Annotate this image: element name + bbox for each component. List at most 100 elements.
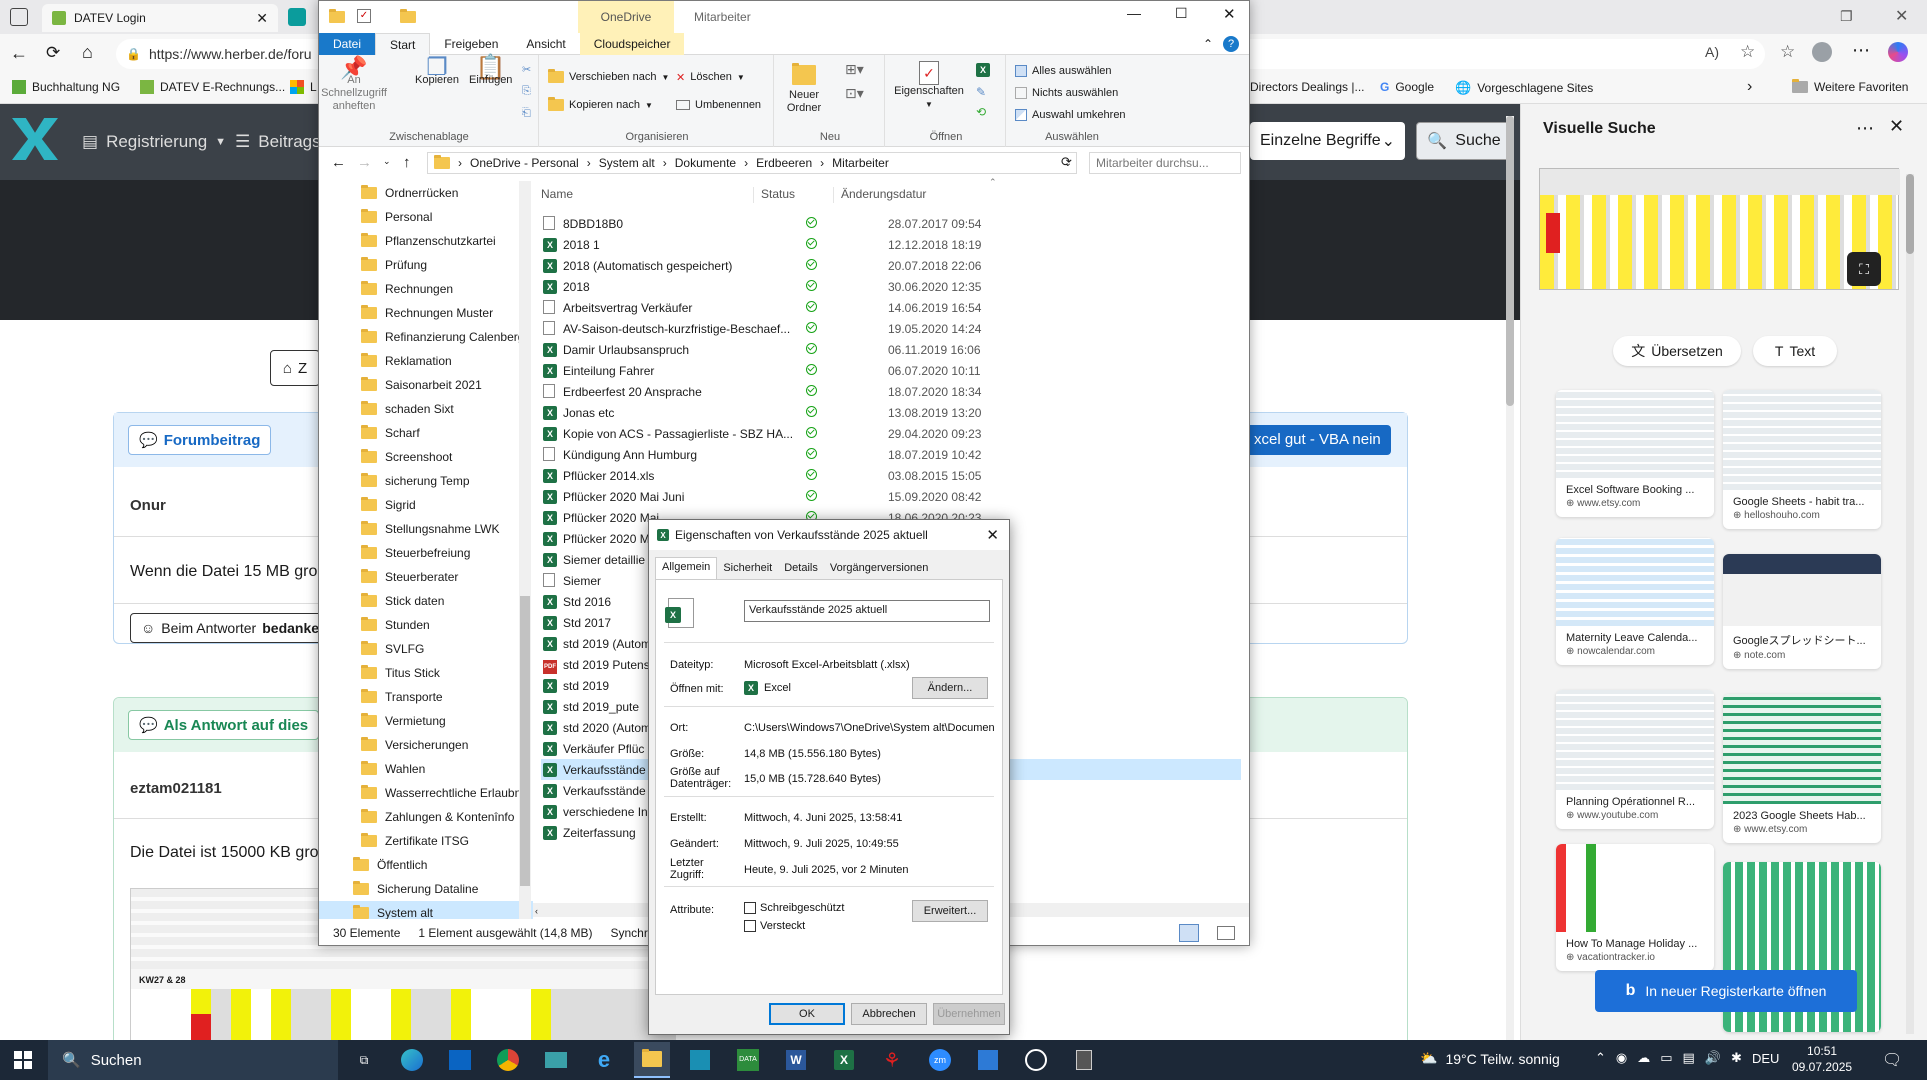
forward-icon[interactable]: → (357, 154, 372, 171)
nav-scrollbar[interactable] (519, 181, 531, 919)
nav-folder-item[interactable]: System alt (319, 901, 533, 919)
tab-cloudspeicher[interactable]: Cloudspeicher (579, 32, 685, 55)
file-row[interactable]: X Pflücker 2014.xls 03.08.2015 15:05 (541, 465, 1241, 486)
nav-folder-item[interactable]: Stick daten (319, 589, 533, 613)
crumb[interactable]: Dokumente (675, 156, 736, 170)
new-folder-button[interactable]: Neuer Ordner (783, 61, 825, 115)
file-row[interactable]: X Pflücker 2020 Mai Juni 15.09.2020 08:42 (541, 486, 1241, 507)
easy-access-icon[interactable]: ⊡▾ (845, 85, 864, 102)
rename-button[interactable]: Umbenennen (676, 95, 761, 115)
details-view-icon[interactable] (1179, 924, 1199, 942)
favorites-icon[interactable]: ☆ (1780, 42, 1795, 62)
scroll-left-icon[interactable]: ‹ (533, 906, 538, 916)
nav-folder-item[interactable]: Ordnerrücken (319, 181, 533, 205)
calendar-icon[interactable] (970, 1042, 1006, 1078)
file-row[interactable]: AV-Saison-deutsch-kurzfristige-Beschaef.… (541, 318, 1241, 339)
nav-posts[interactable]: ☰ Beitrags (235, 132, 321, 152)
nav-folder-item[interactable]: Titus Stick (319, 661, 533, 685)
onedrive-icon[interactable]: ☁ (1637, 1050, 1650, 1066)
close-tab-icon[interactable]: ✕ (256, 10, 268, 27)
large-icons-view-icon[interactable] (1217, 926, 1235, 940)
tab-allgemein[interactable]: Allgemein (655, 557, 718, 579)
panel-scrollbar[interactable] (1906, 174, 1914, 1034)
new-folder-qat-icon[interactable] (400, 9, 417, 23)
language-indicator[interactable]: DEU (1752, 1051, 1779, 1066)
file-row[interactable]: X 2018 (Automatisch gespeichert) 20.07.201… (541, 255, 1241, 276)
bluetooth-icon[interactable]: ✱ (1731, 1050, 1742, 1066)
select-none-button[interactable]: Nichts auswählen (1015, 83, 1118, 103)
notifications-icon[interactable]: 🗨 (1882, 1050, 1902, 1070)
paste-shortcut-icon[interactable]: ⎗ (522, 107, 531, 120)
tray-chevron-icon[interactable]: ⌃ (1595, 1050, 1606, 1066)
nav-folder-item[interactable]: schaden Sixt (319, 397, 533, 421)
properties-button[interactable]: ✓ Eigenschaften ▼ (892, 61, 966, 111)
nav-folder-item[interactable]: Screenshoot (319, 445, 533, 469)
file-row[interactable]: Arbeitsvertrag Verkäufer 14.06.2019 16:54 (541, 297, 1241, 318)
close-browser-icon[interactable]: ✕ (1895, 6, 1908, 26)
acrobat-icon[interactable]: ⚘ (874, 1042, 910, 1078)
fav-directors[interactable]: Directors Dealings |... (1250, 80, 1365, 94)
copy-to-button[interactable]: Kopieren nach ▼ (548, 95, 653, 115)
tab-vorgaengerversionen[interactable]: Vorgängerversionen (824, 559, 934, 577)
page-scrollbar[interactable] (1506, 116, 1514, 1048)
nav-folder-item[interactable]: Prüfung (319, 253, 533, 277)
open-excel-icon[interactable]: X (976, 63, 990, 77)
restore-window-icon[interactable]: ❐ (1840, 8, 1853, 25)
nav-folder-item[interactable]: SVLFG (319, 637, 533, 661)
nav-folder-item[interactable]: Stunden (319, 613, 533, 637)
checkbox-box[interactable] (744, 920, 756, 932)
cut-icon[interactable]: ✂ (522, 63, 531, 76)
contextual-tab-onedrive[interactable]: OneDrive (578, 1, 674, 33)
select-all-button[interactable]: Alles auswählen (1015, 61, 1112, 81)
nav-folder-item[interactable]: Wasserrechtliche Erlaubn (319, 781, 533, 805)
nav-folder-item[interactable]: Versicherungen (319, 733, 533, 757)
advanced-button[interactable]: Erweitert... (912, 900, 988, 922)
filename-input[interactable]: Verkaufsstände 2025 aktuell (744, 600, 990, 622)
word-icon[interactable]: W (778, 1042, 814, 1078)
edit-icon[interactable]: ✎ (976, 85, 986, 99)
taskbar-search[interactable]: 🔍 Suchen (48, 1040, 338, 1080)
crop-search-icon[interactable]: ⛶ (1847, 252, 1881, 286)
file-row[interactable]: Erdbeerfest 20 Ansprache 18.07.2020 18:34 (541, 381, 1241, 402)
nav-folder-item[interactable]: Vermietung (319, 709, 533, 733)
nav-register[interactable]: ▤ Registrierung ▼ (82, 132, 226, 152)
delete-button[interactable]: ✕ Löschen ▼ (676, 67, 745, 87)
volume-icon[interactable]: 🔊 (1705, 1050, 1721, 1066)
edge-icon[interactable] (394, 1042, 430, 1078)
fav-l[interactable]: L (290, 80, 317, 94)
file-row[interactable]: X 2018 1 12.12.2018 18:19 (541, 234, 1241, 255)
start-icon[interactable] (14, 1051, 32, 1069)
tab-sicherheit[interactable]: Sicherheit (717, 559, 778, 577)
read-aloud-icon[interactable]: A) (1705, 44, 1719, 60)
tray-app-icon[interactable]: ◉ (1616, 1050, 1627, 1066)
thanks-button[interactable]: ☺ Beim Antworter bedanke (130, 613, 331, 643)
back-icon[interactable]: ← (331, 154, 346, 171)
scrollbar-thumb[interactable] (1906, 174, 1914, 254)
close-icon[interactable]: ✕ (1223, 5, 1236, 23)
url-field-right[interactable] (1245, 39, 1765, 69)
nav-folder-item[interactable]: Sigrid (319, 493, 533, 517)
more-icon[interactable]: ⋯ (1856, 118, 1874, 139)
url-field[interactable]: 🔒 https://www.herber.de/foru (116, 39, 320, 69)
nav-folder-item[interactable]: Reklamation (319, 349, 533, 373)
change-button[interactable]: Ändern... (912, 677, 988, 699)
nav-folder-item[interactable]: sicherung Temp (319, 469, 533, 493)
nav-folder-item[interactable]: Pflanzenschutzkartei (319, 229, 533, 253)
calculator-icon[interactable] (1066, 1042, 1102, 1078)
task-view-icon[interactable]: ⧉ (346, 1042, 382, 1078)
home-icon[interactable]: ⌂ (82, 42, 93, 63)
ie-icon[interactable]: e (586, 1042, 622, 1078)
minimize-icon[interactable]: — (1127, 5, 1141, 21)
breadcrumb[interactable]: › OneDrive - Personal › System alt › Dokum… (427, 152, 1077, 174)
dataline-icon[interactable]: DATA (730, 1042, 766, 1078)
tab-datei[interactable]: Datei (319, 32, 375, 55)
weather-widget[interactable]: ⛅ 19°C Teilw. sonnig (1420, 1050, 1560, 1067)
fav-google[interactable]: G Google (1380, 80, 1434, 94)
up-icon[interactable]: ↑ (403, 154, 411, 171)
back-icon[interactable]: ← (10, 43, 28, 64)
home-button[interactable]: ⌂ Z (270, 350, 320, 386)
close-icon[interactable]: ✕ (1889, 116, 1904, 137)
collapse-ribbon-icon[interactable]: ⌃ (1203, 37, 1213, 51)
scrollbar-thumb[interactable] (1506, 116, 1514, 406)
crumb[interactable]: Mitarbeiter (832, 156, 889, 170)
